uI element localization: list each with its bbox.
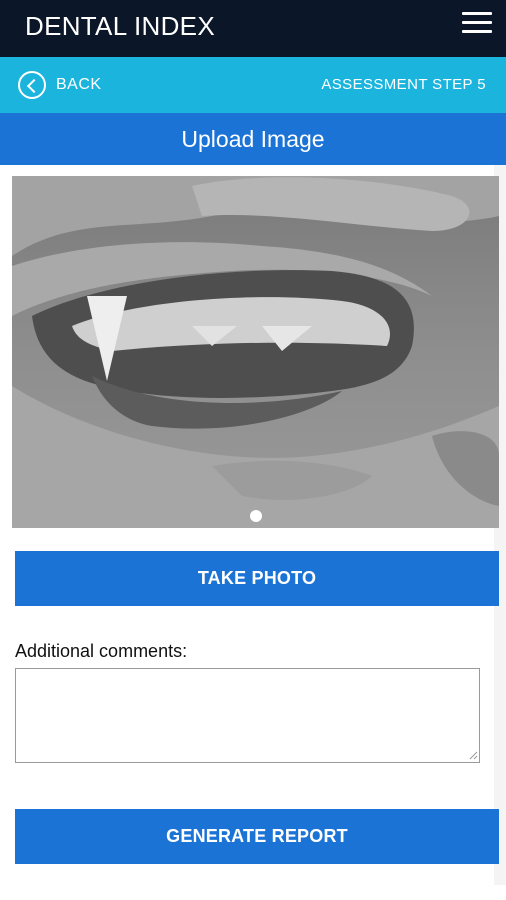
uploaded-image[interactable] [12,176,499,528]
back-label: BACK [56,76,102,93]
generate-report-button[interactable]: GENERATE REPORT [15,809,499,864]
comments-textarea[interactable] [15,668,480,763]
app-title: DENTAL INDEX [25,11,215,41]
resize-grip-icon[interactable] [468,750,478,760]
take-photo-button[interactable]: TAKE PHOTO [15,551,499,606]
dental-photo-image [12,176,499,528]
back-button[interactable]: BACK [18,70,102,100]
step-bar: BACK ASSESSMENT STEP 5 [0,57,506,113]
app-header: DENTAL INDEX [0,0,506,57]
assessment-step-label: ASSESSMENT STEP 5 [321,76,486,93]
comments-label: Additional comments: [15,641,188,661]
carousel-indicator-dot[interactable] [250,510,262,522]
menu-line [462,30,492,33]
hamburger-menu-icon[interactable] [462,12,494,36]
page-title-bar: Upload Image [0,113,506,165]
menu-line [462,12,492,15]
menu-line [462,21,492,24]
back-arrow-circle-icon [18,71,46,99]
page-title: Upload Image [181,126,325,152]
